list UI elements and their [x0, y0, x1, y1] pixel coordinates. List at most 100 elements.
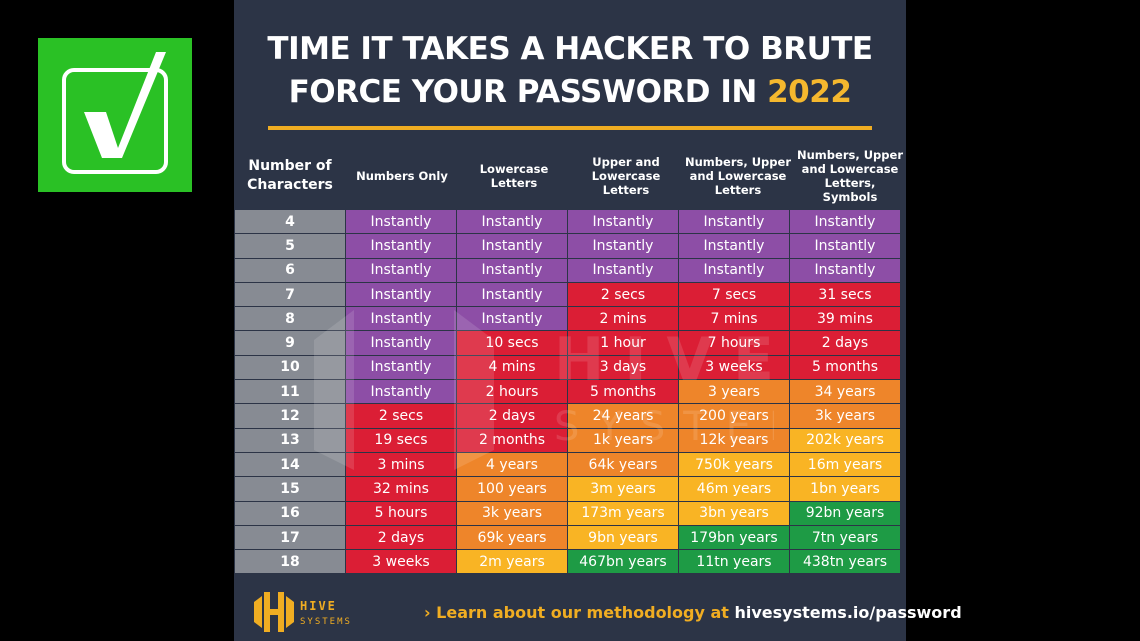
table-cell: 4 years	[456, 451, 568, 478]
row-header-characters: 18	[234, 549, 346, 575]
row-header-characters: 8	[234, 306, 346, 332]
verified-badge	[38, 38, 192, 192]
table-cell: Instantly	[456, 233, 568, 259]
table-cell: 3 weeks	[345, 549, 457, 575]
row-header-characters: 14	[234, 451, 346, 478]
column-header-all-symbols: Numbers, Upper and Lowercase Letters, Sy…	[797, 148, 903, 204]
table-row: 7 Instantly Instantly 2 secs 7 secs 31 secs	[234, 281, 901, 308]
table-cell: 3 weeks	[678, 354, 790, 381]
table-cell: 24 years	[567, 403, 679, 429]
table-cell: 3 years	[678, 379, 790, 405]
row-header-characters: 6	[234, 257, 346, 283]
table-cell: Instantly	[567, 208, 679, 235]
table-cell: 3 days	[567, 354, 679, 381]
table-cell: Instantly	[567, 233, 679, 259]
table-cell: Instantly	[345, 208, 457, 235]
hive-systems-logo: HIVE SYSTEMS	[252, 590, 362, 634]
table-row: 9 Instantly 10 secs 1 hour 7 hours 2 days	[234, 330, 901, 356]
table-cell: 100 years	[456, 476, 568, 502]
table-cell: Instantly	[456, 208, 568, 235]
table-row: 5 Instantly Instantly Instantly Instantly Ins…	[234, 233, 901, 259]
column-header-numbers-upper-lower: Numbers, Upper and Lowercase Letters	[685, 155, 791, 197]
table-cell: Instantly	[345, 354, 457, 381]
table-cell: 173m years	[567, 500, 679, 526]
table-cell: 467bn years	[567, 549, 679, 575]
row-header-characters: 17	[234, 524, 346, 551]
table-row: 17 2 days 69k years 9bn years 179bn years 7tn…	[234, 524, 901, 551]
table-cell: 2 secs	[345, 403, 457, 429]
brute-force-table: 4 Instantly Instantly Instantly Instantly Ins…	[234, 208, 901, 575]
table-cell: Instantly	[567, 257, 679, 283]
table-cell: 5 months	[789, 354, 901, 381]
table-cell: Instantly	[345, 281, 457, 308]
table-cell: Instantly	[345, 330, 457, 356]
title-divider	[268, 126, 872, 130]
table-row: 11 Instantly 2 hours 5 months 3 years 34 year…	[234, 379, 901, 405]
table-cell: 5 months	[567, 379, 679, 405]
title-line-2-text: FORCE YOUR PASSWORD IN	[288, 74, 768, 110]
table-row: 6 Instantly Instantly Instantly Instantly Ins…	[234, 257, 901, 283]
table-cell: 202k years	[789, 427, 901, 453]
table-cell: 10 secs	[456, 330, 568, 356]
table-cell: 19 secs	[345, 427, 457, 453]
table-cell: 31 secs	[789, 281, 901, 308]
methodology-link[interactable]: › Learn about our methodology at hivesys…	[424, 603, 962, 622]
row-header-characters: 7	[234, 281, 346, 308]
table-cell: 7 hours	[678, 330, 790, 356]
table-row: 18 3 weeks 2m years 467bn years 11tn years 43…	[234, 549, 901, 575]
table-cell: 438tn years	[789, 549, 901, 575]
row-header-characters: 13	[234, 427, 346, 453]
table-row: 14 3 mins 4 years 64k years 750k years 16m ye…	[234, 451, 901, 478]
table-cell: Instantly	[345, 306, 457, 332]
table-cell: 3k years	[456, 500, 568, 526]
table-row: 10 Instantly 4 mins 3 days 3 weeks 5 months	[234, 354, 901, 381]
table-row: 16 5 hours 3k years 173m years 3bn years 92bn…	[234, 500, 901, 526]
title-line-2: FORCE YOUR PASSWORD IN 2022	[234, 71, 906, 114]
table-cell: Instantly	[678, 208, 790, 235]
row-header-characters: 5	[234, 233, 346, 259]
table-cell: 16m years	[789, 451, 901, 478]
table-cell: 2 days	[345, 524, 457, 551]
table-cell: 2 hours	[456, 379, 568, 405]
table-cell: 3m years	[567, 476, 679, 502]
table-cell: 39 mins	[789, 306, 901, 332]
table-cell: 1bn years	[789, 476, 901, 502]
methodology-url[interactable]: hivesystems.io/password	[735, 603, 962, 622]
table-cell: Instantly	[789, 208, 901, 235]
table-cell: Instantly	[789, 257, 901, 283]
table-cell: 2 months	[456, 427, 568, 453]
table-row: 4 Instantly Instantly Instantly Instantly Ins…	[234, 208, 901, 235]
table-cell: 11tn years	[678, 549, 790, 575]
table-cell: 9bn years	[567, 524, 679, 551]
table-cell: 2 mins	[567, 306, 679, 332]
column-header-numbers-only: Numbers Only	[356, 169, 448, 183]
table-cell: Instantly	[345, 257, 457, 283]
table-row: 13 19 secs 2 months 1k years 12k years 202k y…	[234, 427, 901, 453]
table-cell: 12k years	[678, 427, 790, 453]
table-cell: Instantly	[345, 233, 457, 259]
table-cell: Instantly	[678, 233, 790, 259]
table-cell: 4 mins	[456, 354, 568, 381]
table-cell: 179bn years	[678, 524, 790, 551]
table-cell: 200 years	[678, 403, 790, 429]
page-title: TIME IT TAKES A HACKER TO BRUTE FORCE YO…	[234, 28, 906, 114]
table-cell: 64k years	[567, 451, 679, 478]
table-cell: 46m years	[678, 476, 790, 502]
table-cell: 5 hours	[345, 500, 457, 526]
table-cell: 3 mins	[345, 451, 457, 478]
title-line-1: TIME IT TAKES A HACKER TO BRUTE	[267, 31, 873, 67]
table-cell: Instantly	[789, 233, 901, 259]
table-cell: 34 years	[789, 379, 901, 405]
table-cell: Instantly	[456, 306, 568, 332]
hive-logo-icon: HIVE SYSTEMS	[254, 592, 350, 632]
table-cell: 2 secs	[567, 281, 679, 308]
row-header-characters: 12	[234, 403, 346, 429]
methodology-text: › Learn about our methodology at	[424, 603, 735, 622]
column-header-lowercase: Lowercase Letters	[479, 162, 549, 190]
row-header-characters: 9	[234, 330, 346, 356]
table-cell: 69k years	[456, 524, 568, 551]
table-cell: Instantly	[456, 281, 568, 308]
logo-text-hive: HIVE	[300, 599, 337, 613]
table-row: 12 2 secs 2 days 24 years 200 years 3k years	[234, 403, 901, 429]
table-row: 8 Instantly Instantly 2 mins 7 mins 39 mins	[234, 306, 901, 332]
